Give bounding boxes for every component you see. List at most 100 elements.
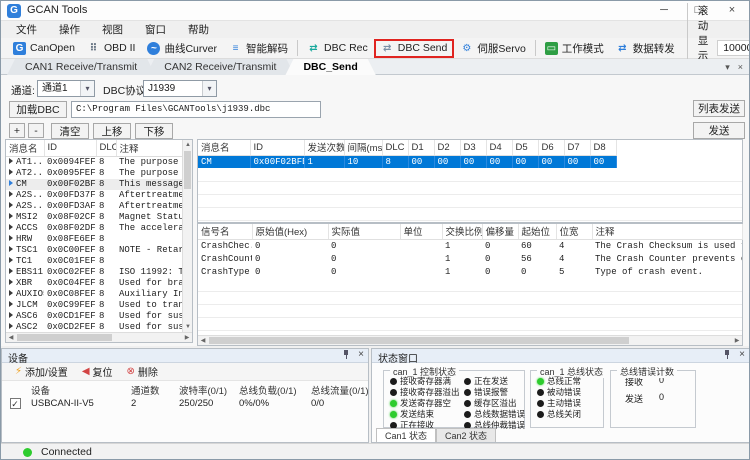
message-row[interactable]: HRW 0x08FE6EFE 8 bbox=[6, 234, 183, 245]
scroll-left-icon[interactable]: ◀ bbox=[198, 336, 208, 346]
message-row[interactable]: AUXIO5 0x0C08FEFE 8 Auxiliary Input/ bbox=[6, 289, 183, 300]
message-row[interactable]: AT1... 0x0094FEFE 8 The purpose of t bbox=[6, 156, 183, 168]
column-header[interactable]: D6 bbox=[538, 140, 564, 155]
toolbar-button[interactable]: ⇄ DBC Rec bbox=[297, 40, 374, 56]
expand-icon[interactable] bbox=[9, 268, 13, 274]
horizontal-scrollbar[interactable]: ◀ ▶ bbox=[198, 335, 742, 345]
expand-icon[interactable] bbox=[9, 290, 13, 296]
scroll-frames-value[interactable]: 100000 bbox=[717, 40, 750, 56]
tab-list-dropdown-icon[interactable]: ▾ bbox=[725, 62, 730, 73]
expand-icon[interactable] bbox=[9, 213, 13, 219]
scroll-right-icon[interactable]: ▶ bbox=[182, 333, 192, 343]
column-header[interactable]: DLC bbox=[96, 140, 116, 156]
status-tab[interactable]: Can2 状态 bbox=[436, 428, 496, 442]
column-header[interactable]: DLC bbox=[382, 140, 408, 155]
device-toolbar-button[interactable]: ⚡ 添加/设置 bbox=[8, 364, 75, 379]
expand-icon[interactable] bbox=[9, 235, 13, 241]
menu-item[interactable]: 帮助 bbox=[177, 22, 220, 37]
pin-icon[interactable] bbox=[723, 350, 732, 360]
tab-close-icon[interactable]: × bbox=[738, 62, 743, 72]
message-row[interactable]: A2S... 0x00FD37FE 8 Aftertreatment 2 bbox=[6, 190, 183, 201]
scrollbar-thumb[interactable] bbox=[209, 337, 629, 344]
column-header[interactable]: 总线负载(0/1) bbox=[236, 383, 308, 397]
message-row[interactable]: EBS11 0x0C02FEFE 8 ISO 11992: Towin bbox=[6, 267, 183, 278]
message-row[interactable]: MSI2 0x08F02CFE 8 Magnet Status In bbox=[6, 212, 183, 223]
menu-item[interactable]: 窗口 bbox=[134, 22, 177, 37]
load-dbc-button[interactable]: 加载DBC bbox=[9, 101, 67, 118]
expand-icon[interactable] bbox=[9, 202, 13, 208]
column-header[interactable]: 交换比例 bbox=[442, 224, 482, 239]
scroll-up-icon[interactable]: ▲ bbox=[183, 140, 193, 150]
device-toolbar-button[interactable]: ◀ 复位 bbox=[75, 364, 120, 379]
column-header[interactable]: 设备 bbox=[28, 383, 128, 397]
dbc-protocol-select[interactable]: J1939 ▾ bbox=[143, 80, 217, 97]
message-row[interactable]: XBR 0x0C04FEFE 8 Used for brake c bbox=[6, 278, 183, 289]
toolbar-button[interactable]: ⇄ DBC Send bbox=[374, 39, 455, 58]
expand-icon[interactable] bbox=[9, 224, 13, 230]
document-tab[interactable]: CAN1 Receive/Transmit bbox=[7, 59, 155, 75]
message-row[interactable]: ASC2 0x0CD2FEFE 8 Used for suspens bbox=[6, 322, 183, 333]
column-header[interactable]: D5 bbox=[512, 140, 538, 155]
expand-icon[interactable] bbox=[9, 180, 13, 186]
close-icon[interactable]: × bbox=[358, 350, 364, 360]
scroll-right-icon[interactable]: ▶ bbox=[732, 336, 742, 346]
column-header[interactable]: 通道数 bbox=[128, 383, 176, 397]
toolbar-button[interactable]: ⇄ 数据转发 bbox=[610, 40, 681, 56]
expand-icon[interactable] bbox=[9, 301, 13, 307]
column-header[interactable]: D3 bbox=[460, 140, 486, 155]
move-down-button[interactable]: 下移 bbox=[135, 123, 173, 139]
menu-item[interactable]: 视图 bbox=[91, 22, 134, 37]
column-header[interactable]: D8 bbox=[590, 140, 616, 155]
column-header[interactable]: 消息名 bbox=[6, 140, 44, 156]
device-toolbar-button[interactable]: ⊗ 删除 bbox=[120, 364, 165, 379]
menu-item[interactable]: 文件 bbox=[5, 22, 48, 37]
close-icon[interactable]: × bbox=[739, 350, 745, 360]
expand-icon[interactable] bbox=[9, 246, 13, 252]
minimize-button[interactable]: ─ bbox=[647, 1, 681, 21]
expand-icon[interactable] bbox=[9, 158, 13, 164]
message-row[interactable]: CM 0x00F02BFE 8 This message is bbox=[6, 179, 183, 190]
column-header[interactable]: 偏移量 bbox=[482, 224, 518, 239]
add-message-button[interactable]: + bbox=[9, 123, 25, 138]
column-header[interactable]: 信号名 bbox=[198, 224, 252, 239]
column-header[interactable]: 注释 bbox=[592, 224, 742, 239]
status-tab[interactable]: Can1 状态 bbox=[376, 428, 436, 442]
column-header[interactable] bbox=[2, 383, 28, 397]
signal-row[interactable]: CrashChec... 0 0 1 0 60 4 The Crash Chec… bbox=[198, 239, 742, 252]
toolbar-button[interactable]: G CanOpen bbox=[7, 40, 81, 56]
signal-row[interactable]: CrashCounter 0 0 1 0 56 4 The Crash Coun… bbox=[198, 252, 742, 265]
column-header[interactable]: 波特率(0/1) bbox=[176, 383, 236, 397]
message-row[interactable]: ASC6 0x0CD1FEFE 8 Used for suspens bbox=[6, 311, 183, 322]
message-row[interactable]: TSC1 0x0C00FEFE 8 NOTE - Retarder bbox=[6, 245, 183, 256]
expand-icon[interactable] bbox=[9, 191, 13, 197]
expand-icon[interactable] bbox=[9, 323, 13, 329]
column-header[interactable]: 总线流量(0/1) bbox=[308, 383, 370, 397]
column-header[interactable]: 位宽 bbox=[556, 224, 592, 239]
send-button[interactable]: 发送 bbox=[693, 122, 745, 139]
column-header[interactable]: 原始值(Hex) bbox=[252, 224, 328, 239]
expand-icon[interactable] bbox=[9, 279, 13, 285]
clear-button[interactable]: 清空 bbox=[51, 123, 89, 139]
scroll-left-icon[interactable]: ◀ bbox=[6, 333, 16, 343]
message-row[interactable]: JLCM 0x0C99FEFE 8 Used to transfer bbox=[6, 300, 183, 311]
expand-icon[interactable] bbox=[9, 169, 13, 175]
horizontal-scrollbar[interactable]: ◀ ▶ bbox=[6, 332, 192, 342]
column-header[interactable]: ID bbox=[44, 140, 96, 156]
signal-row[interactable]: CrashType 0 0 1 0 0 5 Type of crash even… bbox=[198, 265, 742, 278]
column-header[interactable]: 单位 bbox=[400, 224, 442, 239]
toolbar-button[interactable]: ⠿ OBD II bbox=[81, 40, 142, 56]
dbc-path-field[interactable]: C:\Program Files\GCANTools\j1939.dbc bbox=[71, 101, 321, 118]
menu-item[interactable]: 操作 bbox=[48, 22, 91, 37]
column-header[interactable]: 消息名 bbox=[198, 140, 250, 155]
vertical-scrollbar[interactable]: ▲ ▼ bbox=[182, 140, 192, 332]
remove-message-button[interactable]: - bbox=[28, 123, 44, 138]
column-header[interactable]: D7 bbox=[564, 140, 590, 155]
column-header[interactable]: 起始位 bbox=[518, 224, 556, 239]
device-row[interactable]: ✓ USBCAN-II-V5 2 250/250 0%/0% 0/0 bbox=[2, 397, 370, 410]
move-up-button[interactable]: 上移 bbox=[93, 123, 131, 139]
scroll-down-icon[interactable]: ▼ bbox=[183, 322, 193, 332]
column-header[interactable]: D4 bbox=[486, 140, 512, 155]
send-row[interactable]: CM0x00F02BFE 110 800 0000 0000 0000 00 bbox=[198, 155, 616, 168]
expand-icon[interactable] bbox=[9, 312, 13, 318]
pin-icon[interactable] bbox=[342, 350, 351, 360]
